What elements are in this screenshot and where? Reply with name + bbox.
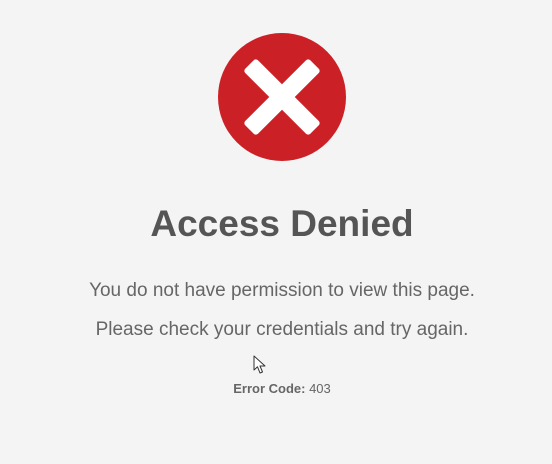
mouse-pointer-icon <box>253 355 267 375</box>
access-denied-page: Access Denied You do not have permission… <box>0 0 552 464</box>
close-x-icon <box>218 33 346 161</box>
credentials-message: Please check your credentials and try ag… <box>95 319 469 340</box>
error-code-value: 403 <box>309 381 331 396</box>
error-code: Error Code: 403 <box>0 381 552 397</box>
page-title: Access Denied <box>150 203 414 244</box>
permission-message: You do not have permission to view this … <box>89 280 475 301</box>
error-code-label: Error Code: <box>233 381 306 396</box>
